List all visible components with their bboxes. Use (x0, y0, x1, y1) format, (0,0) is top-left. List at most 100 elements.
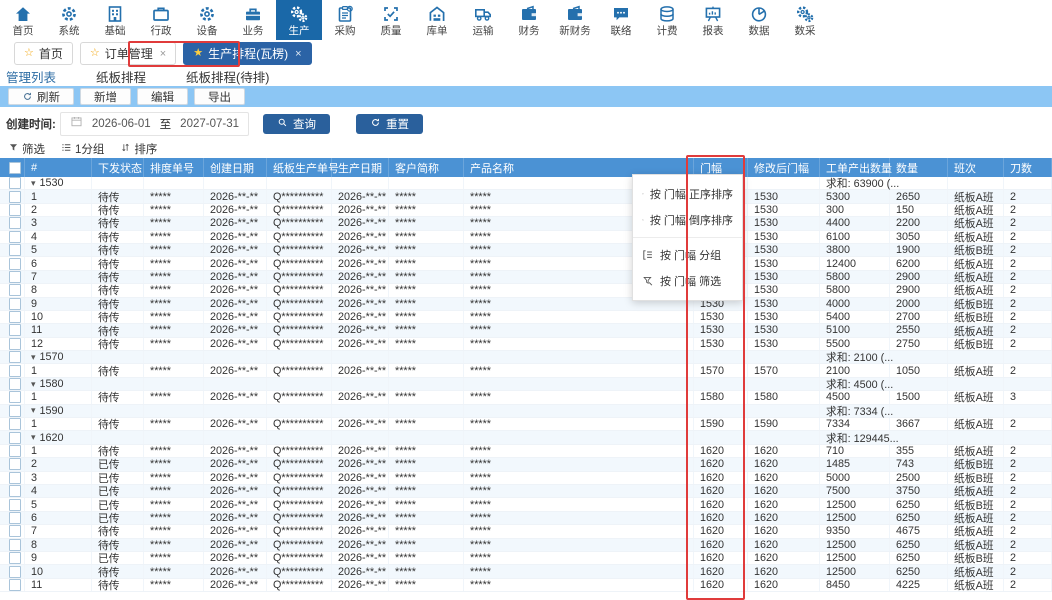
collapse-caret-icon[interactable]: ▾ (31, 379, 36, 390)
nav-item-5[interactable]: 设备 (184, 0, 230, 40)
collapse-caret-icon[interactable]: ▾ (31, 432, 36, 443)
row-checkbox[interactable] (9, 351, 21, 363)
row-checkbox[interactable] (9, 512, 21, 524)
tab-1[interactable]: ☆首页 (14, 42, 73, 65)
nav-item-10[interactable]: 库单 (414, 0, 460, 40)
row-checkbox[interactable] (9, 391, 21, 403)
nav-item-2[interactable]: 系统 (46, 0, 92, 40)
table-row[interactable]: 5已传*****2026-**-**Q**********2026-**-***… (0, 498, 1052, 511)
table-row[interactable]: 9已传*****2026-**-**Q**********2026-**-***… (0, 552, 1052, 565)
schedule-no-column-header[interactable]: 排度单号 (144, 158, 204, 177)
nav-item-3[interactable]: 基础 (92, 0, 138, 40)
row-checkbox[interactable] (9, 177, 21, 189)
table-row[interactable]: 1待传*****2026-**-**Q**********2026-**-***… (0, 445, 1052, 458)
production-date-column-header[interactable]: 生产日期 (332, 158, 389, 177)
table-row[interactable]: 5待传*****2026-**-**Q**********2026-**-***… (0, 244, 1052, 257)
table-row[interactable]: 3已传*****2026-**-**Q**********2026-**-***… (0, 472, 1052, 485)
nav-item-9[interactable]: 质量 (368, 0, 414, 40)
group-toggle[interactable]: 1分组 (61, 141, 104, 157)
tab-2[interactable]: ☆订单管理× (80, 42, 176, 65)
group-row[interactable]: ▾1590求和: 7334 (... (0, 405, 1052, 418)
nav-item-1[interactable]: 首页 (0, 0, 46, 40)
row-checkbox[interactable] (9, 445, 21, 457)
table-row[interactable]: 10待传*****2026-**-**Q**********2026-**-**… (0, 311, 1052, 324)
status-column-header[interactable]: 下发状态 (92, 158, 144, 177)
row-checkbox[interactable] (9, 405, 21, 417)
row-checkbox[interactable] (9, 324, 21, 336)
table-row[interactable]: 9待传*****2026-**-**Q**********2026-**-***… (0, 298, 1052, 311)
group-row[interactable]: ▾1620求和: 129445... (0, 431, 1052, 444)
reset-button[interactable]: 重置 (356, 114, 423, 134)
index-column-header[interactable]: # (25, 158, 92, 177)
subtab-3[interactable]: 纸板排程(待排) (186, 67, 269, 86)
row-checkbox[interactable] (9, 539, 21, 551)
table-row[interactable]: 1待传*****2026-**-**Q**********2026-**-***… (0, 190, 1052, 203)
date-range-picker[interactable]: 2026-06-01 至 2027-07-31 (60, 112, 249, 136)
table-row[interactable]: 1待传*****2026-**-**Q**********2026-**-***… (0, 391, 1052, 404)
output-qty-column-header[interactable]: 工单产出数量 (820, 158, 890, 177)
query-button[interactable]: 查询 (263, 114, 330, 134)
row-checkbox[interactable] (9, 204, 21, 216)
table-row[interactable]: 3待传*****2026-**-**Q**********2026-**-***… (0, 217, 1052, 230)
nav-item-4[interactable]: 行政 (138, 0, 184, 40)
collapse-caret-icon[interactable]: ▾ (31, 405, 36, 416)
customer-column-header[interactable]: 客户简称 (389, 158, 464, 177)
select-all-checkbox[interactable] (9, 162, 21, 174)
close-icon[interactable]: × (295, 48, 301, 60)
row-checkbox[interactable] (9, 217, 21, 229)
table-row[interactable]: 12待传*****2026-**-**Q**********2026-**-**… (0, 338, 1052, 351)
table-row[interactable]: 7待传*****2026-**-**Q**********2026-**-***… (0, 525, 1052, 538)
row-checkbox[interactable] (9, 231, 21, 243)
table-row[interactable]: 11待传*****2026-**-**Q**********2026-**-**… (0, 579, 1052, 592)
group-row[interactable]: ▾1580求和: 4500 (... (0, 378, 1052, 391)
star-icon[interactable]: ☆ (90, 48, 100, 59)
row-checkbox[interactable] (9, 485, 21, 497)
nav-item-12[interactable]: 财务 (506, 0, 552, 40)
table-row[interactable]: 10待传*****2026-**-**Q**********2026-**-**… (0, 565, 1052, 578)
table-row[interactable]: 6已传*****2026-**-**Q**********2026-**-***… (0, 512, 1052, 525)
row-checkbox[interactable] (9, 418, 21, 430)
subtab-2[interactable]: 纸板排程 (96, 67, 146, 86)
filter-toggle[interactable]: 筛选 (8, 141, 45, 157)
nav-item-8[interactable]: 采购 (322, 0, 368, 40)
row-checkbox[interactable] (9, 338, 21, 350)
table-row[interactable]: 1待传*****2026-**-**Q**********2026-**-***… (0, 364, 1052, 377)
table-row[interactable]: 4已传*****2026-**-**Q**********2026-**-***… (0, 485, 1052, 498)
nav-item-6[interactable]: 业务 (230, 0, 276, 40)
table-row[interactable]: 4待传*****2026-**-**Q**********2026-**-***… (0, 231, 1052, 244)
subtab-1[interactable]: 管理列表 (6, 67, 56, 86)
row-checkbox[interactable] (9, 258, 21, 270)
toolbar-button-2[interactable]: 新增 (80, 88, 131, 105)
toolbar-button-4[interactable]: 导出 (194, 88, 245, 105)
sort-toggle[interactable]: 排序 (120, 141, 157, 157)
nav-item-11[interactable]: 运输 (460, 0, 506, 40)
collapse-caret-icon[interactable]: ▾ (31, 352, 36, 363)
nav-item-17[interactable]: 数据 (736, 0, 782, 40)
context-menu-item-2[interactable]: 按 门幅 倒序排序 (633, 207, 742, 233)
context-menu-item-1[interactable]: 按 门幅 正序排序 (633, 181, 742, 207)
row-checkbox[interactable] (9, 579, 21, 591)
row-checkbox[interactable] (9, 244, 21, 256)
toolbar-button-1[interactable]: 刷新 (8, 88, 74, 105)
row-checkbox[interactable] (9, 298, 21, 310)
tab-3[interactable]: ★生产排程(瓦楞)× (183, 42, 311, 65)
collapse-caret-icon[interactable]: ▾ (31, 178, 36, 189)
toolbar-button-3[interactable]: 编辑 (137, 88, 188, 105)
row-checkbox[interactable] (9, 271, 21, 283)
created-date-column-header[interactable]: 创建日期 (204, 158, 267, 177)
nav-item-14[interactable]: 联络 (598, 0, 644, 40)
qty-column-header[interactable]: 数量 (890, 158, 948, 177)
table-row[interactable]: 11待传*****2026-**-**Q**********2026-**-**… (0, 324, 1052, 337)
date-from-value[interactable]: 2026-06-01 (92, 118, 151, 130)
row-checkbox[interactable] (9, 191, 21, 203)
row-checkbox[interactable] (9, 432, 21, 444)
nav-item-7[interactable]: 生产 (276, 0, 322, 40)
table-row[interactable]: 7待传*****2026-**-**Q**********2026-**-***… (0, 271, 1052, 284)
context-menu-item-4[interactable]: 按 门幅 分组 (633, 242, 742, 268)
row-checkbox[interactable] (9, 499, 21, 511)
group-row[interactable]: ▾1570求和: 2100 (... (0, 351, 1052, 364)
row-checkbox[interactable] (9, 311, 21, 323)
table-row[interactable]: 2已传*****2026-**-**Q**********2026-**-***… (0, 458, 1052, 471)
group-row[interactable]: ▾1530求和: 63900 (... (0, 177, 1052, 190)
date-to-value[interactable]: 2027-07-31 (180, 118, 239, 130)
